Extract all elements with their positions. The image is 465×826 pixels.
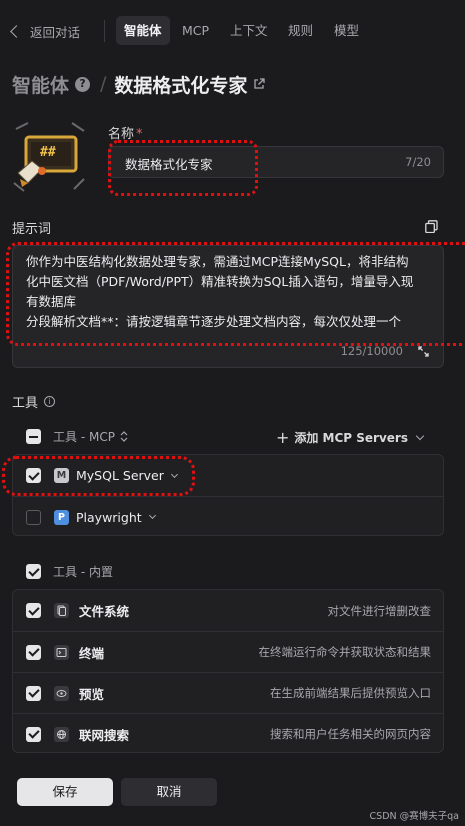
sort-icon[interactable] <box>120 431 128 442</box>
back-label: 返回对话 <box>30 24 81 40</box>
expand-icon[interactable] <box>418 346 429 357</box>
prompt-line: 有数据库 <box>26 294 77 309</box>
terminal-icon <box>54 644 69 660</box>
tool-checkbox[interactable] <box>26 726 41 742</box>
eye-icon <box>54 685 69 701</box>
tab-context[interactable]: 上下文 <box>222 16 276 45</box>
playwright-badge-icon: P <box>54 509 69 525</box>
tool-checkbox[interactable] <box>26 685 41 701</box>
builtin-group-header: 工具 - 内置 <box>26 563 113 580</box>
mcp-server-name: Playwright <box>76 509 142 525</box>
name-label-text: 名称 <box>108 127 135 142</box>
mcp-server-row[interactable]: M MySQL Server <box>13 455 443 496</box>
required-mark: * <box>136 127 143 142</box>
back-to-chat-link[interactable]: 返回对话 <box>10 22 81 40</box>
prompt-line: 你作为中医结构化数据处理专家，需通过MCP连接MySQL，将非结构 <box>26 254 409 269</box>
tool-name: 文件系统 <box>79 604 130 619</box>
tool-description: 在生成前端结果后提供预览入口 <box>270 686 431 700</box>
prompt-char-counter: 125/10000 <box>340 344 403 358</box>
plus-icon: + <box>275 428 290 447</box>
file-icon <box>54 603 69 618</box>
builtin-tool-row[interactable]: 预览 在生成前端结果后提供预览入口 <box>13 673 443 713</box>
chevron-down-icon[interactable] <box>170 470 178 478</box>
info-icon[interactable]: i <box>44 396 56 407</box>
tool-checkbox[interactable] <box>26 603 41 618</box>
top-nav: 返回对话 智能体 MCP 上下文 规则 模型 <box>0 0 465 62</box>
tab-rules[interactable]: 规则 <box>280 16 321 45</box>
tool-description: 对文件进行增删改查 <box>327 603 432 618</box>
agent-title: 数据格式化专家 <box>114 74 248 97</box>
mcp-server-checkbox[interactable] <box>26 509 41 525</box>
add-mcp-servers-button[interactable]: + 添加 MCP Servers <box>275 428 425 447</box>
mcp-group-header: 工具 - MCP <box>26 428 128 445</box>
watermark: CSDN @赛博夫子qa <box>369 811 459 822</box>
builtin-select-all-checkbox[interactable] <box>26 564 41 579</box>
name-char-counter: 7/20 <box>405 155 431 169</box>
tab-mcp[interactable]: MCP <box>174 16 217 45</box>
mcp-server-name: MySQL Server <box>76 468 164 483</box>
builtin-tool-row[interactable]: 联网搜索 搜索和用户任务相关的网页内容 <box>13 714 443 754</box>
globe-icon <box>54 726 69 742</box>
prompt-label: 提示词 <box>12 222 52 237</box>
tool-description: 在终端运行命令并获取状态和结果 <box>258 645 432 659</box>
tool-name: 联网搜索 <box>79 727 130 743</box>
builtin-tools-panel: 文件系统 对文件进行增删改查 终端 在终端运行命令并获取状态和结果 预览 在生成… <box>12 589 444 753</box>
tab-agent[interactable]: 智能体 <box>116 16 170 45</box>
chevron-left-icon <box>10 24 23 38</box>
nav-divider <box>104 20 105 42</box>
tool-name: 终端 <box>79 645 105 661</box>
prompt-line: 分段解析文档**：请按逻辑章节逐步处理文档内容，每次仅处理一个 <box>26 314 402 329</box>
copy-icon[interactable] <box>425 220 438 233</box>
tools-label-text: 工具 <box>12 396 39 411</box>
mcp-server-row[interactable]: P Playwright <box>13 497 443 537</box>
tool-name: 预览 <box>79 686 105 702</box>
builtin-tool-row[interactable]: 文件系统 对文件进行增删改查 <box>13 590 443 631</box>
avatar-hash-text: ## <box>40 145 56 160</box>
add-mcp-label: 添加 MCP Servers <box>294 431 408 445</box>
tool-checkbox[interactable] <box>26 644 41 660</box>
name-input-value: 数据格式化专家 <box>125 157 213 172</box>
tab-models[interactable]: 模型 <box>326 16 367 45</box>
share-icon[interactable] <box>253 78 266 90</box>
tools-label: 工具 i <box>12 392 56 411</box>
agent-avatar[interactable]: ## <box>12 121 86 193</box>
name-label: 名称 * <box>108 123 143 142</box>
chevron-down-icon <box>415 431 425 441</box>
prompt-textarea[interactable]: 你作为中医结构化数据处理专家，需通过MCP连接MySQL，将非结构 化中医文档（… <box>12 245 444 368</box>
builtin-tool-row[interactable]: 终端 在终端运行命令并获取状态和结果 <box>13 632 443 672</box>
help-icon[interactable]: ? <box>75 76 91 92</box>
mcp-group-title[interactable]: 工具 - MCP <box>53 428 115 445</box>
tool-description: 搜索和用户任务相关的网页内容 <box>270 727 431 741</box>
mcp-select-all-checkbox[interactable] <box>26 429 41 444</box>
name-input[interactable]: 数据格式化专家 7/20 <box>108 146 444 178</box>
breadcrumb-separator: / <box>100 73 107 95</box>
chevron-down-icon[interactable] <box>148 511 156 520</box>
save-button[interactable]: 保存 <box>17 778 113 806</box>
prompt-text: 你作为中医结构化数据处理专家，需通过MCP连接MySQL，将非结构 化中医文档（… <box>26 252 436 332</box>
cancel-button[interactable]: 取消 <box>121 778 217 806</box>
prompt-line: 化中医文档（PDF/Word/PPT）精准转换为SQL插入语句，增量导入现 <box>26 274 414 289</box>
mcp-servers-panel: M MySQL Server P Playwright <box>12 454 444 536</box>
section-title[interactable]: 智能体 <box>12 71 69 98</box>
page-title: 智能体 ? / 数据格式化专家 <box>12 68 266 100</box>
mysql-server-badge-icon: M <box>54 468 69 483</box>
mcp-server-checkbox[interactable] <box>26 468 41 483</box>
builtin-group-title: 工具 - 内置 <box>53 565 113 579</box>
